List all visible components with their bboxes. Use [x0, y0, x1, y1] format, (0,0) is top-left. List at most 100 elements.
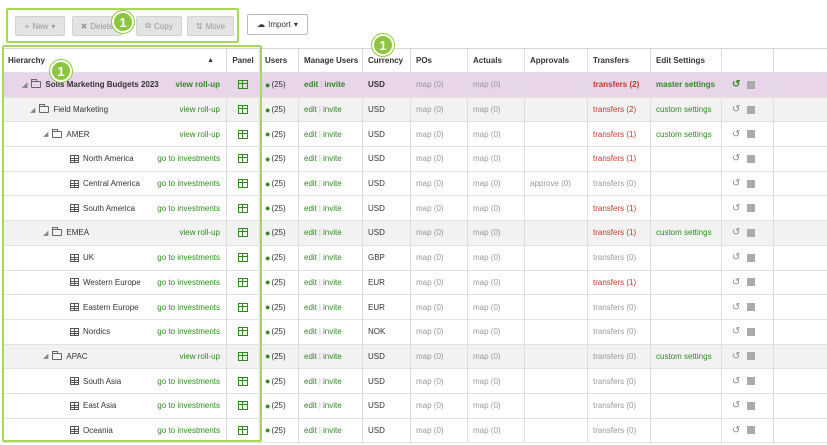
history-icon[interactable]: ↺: [732, 376, 740, 387]
pos-map-link[interactable]: map (0): [416, 327, 444, 336]
pos-map-link[interactable]: map (0): [416, 303, 444, 312]
node-link[interactable]: view roll-up: [180, 130, 220, 139]
users-count[interactable]: (25): [271, 377, 285, 386]
hierarchy-node[interactable]: East Asia: [8, 401, 116, 410]
panel-icon[interactable]: [238, 154, 248, 164]
node-link[interactable]: go to investments: [157, 253, 220, 262]
panel-icon[interactable]: [238, 179, 248, 189]
transfers-link[interactable]: transfers (2): [593, 80, 639, 89]
actuals-map-link[interactable]: map (0): [473, 105, 501, 114]
table-row[interactable]: ◢ EMEA view roll-up ● (25) edit | invite USD map …: [3, 221, 827, 246]
edit-users-link[interactable]: edit: [304, 253, 317, 262]
collapse-caret-icon[interactable]: ◢: [43, 229, 48, 237]
transfers-link[interactable]: transfers (1): [593, 154, 636, 163]
hierarchy-node[interactable]: South America: [8, 204, 135, 213]
table-row[interactable]: North America go to investments ● (25) edit |…: [3, 147, 827, 172]
notes-icon[interactable]: [747, 327, 756, 336]
notes-icon[interactable]: [747, 179, 756, 188]
node-name[interactable]: East Asia: [83, 401, 116, 410]
history-icon[interactable]: ↺: [732, 79, 740, 90]
panel-icon[interactable]: [238, 327, 248, 337]
actuals-map-link[interactable]: map (0): [473, 352, 501, 361]
invite-link[interactable]: invite: [323, 154, 342, 163]
users-count[interactable]: (25): [271, 204, 285, 213]
panel-icon[interactable]: [238, 351, 248, 361]
edit-users-link[interactable]: edit: [304, 278, 317, 287]
actuals-map-link[interactable]: map (0): [473, 204, 501, 213]
notes-icon[interactable]: [747, 377, 756, 386]
history-icon[interactable]: ↺: [732, 302, 740, 313]
transfers-link[interactable]: transfers (1): [593, 204, 636, 213]
actuals-map-link[interactable]: map (0): [473, 426, 501, 435]
history-icon[interactable]: ↺: [732, 178, 740, 189]
panel-icon[interactable]: [238, 80, 248, 90]
edit-users-link[interactable]: edit: [304, 204, 317, 213]
edit-users-link[interactable]: edit: [304, 327, 317, 336]
invite-link[interactable]: invite: [323, 179, 342, 188]
invite-link[interactable]: invite: [323, 130, 342, 139]
pos-map-link[interactable]: map (0): [416, 130, 444, 139]
history-icon[interactable]: ↺: [732, 277, 740, 288]
notes-icon[interactable]: [747, 278, 756, 287]
node-name[interactable]: Eastern Europe: [83, 303, 139, 312]
node-name[interactable]: North America: [83, 154, 134, 163]
table-row[interactable]: ◢ AMER view roll-up ● (25) edit | invite USD map …: [3, 122, 827, 148]
edit-users-link[interactable]: edit: [304, 303, 317, 312]
pos-map-link[interactable]: map (0): [416, 352, 444, 361]
hierarchy-node[interactable]: Nordics: [8, 327, 110, 336]
node-link[interactable]: go to investments: [157, 179, 220, 188]
actuals-map-link[interactable]: map (0): [473, 253, 501, 262]
pos-map-link[interactable]: map (0): [416, 154, 444, 163]
edit-users-link[interactable]: edit: [304, 228, 317, 237]
history-icon[interactable]: ↺: [732, 326, 740, 337]
users-count[interactable]: (25): [271, 105, 285, 114]
transfers-link[interactable]: transfers (1): [593, 228, 636, 237]
node-name[interactable]: Oceania: [83, 426, 113, 435]
node-name[interactable]: South America: [83, 204, 135, 213]
node-link[interactable]: go to investments: [157, 426, 220, 435]
table-row[interactable]: South America go to investments ● (25) edit |…: [3, 196, 827, 222]
hierarchy-node[interactable]: UK: [8, 253, 94, 262]
collapse-caret-icon[interactable]: ◢: [43, 130, 48, 138]
move-button[interactable]: ⇅ Move: [187, 16, 234, 36]
invite-link[interactable]: invite: [323, 278, 342, 287]
table-row[interactable]: Central America go to investments ● (25) edi…: [3, 171, 827, 197]
notes-icon[interactable]: [747, 80, 756, 89]
node-name[interactable]: EMEA: [66, 228, 89, 237]
notes-icon[interactable]: [747, 105, 756, 114]
transfers-link[interactable]: transfers (1): [593, 130, 636, 139]
notes-icon[interactable]: [747, 154, 756, 163]
history-icon[interactable]: ↺: [732, 203, 740, 214]
history-icon[interactable]: ↺: [732, 252, 740, 263]
edit-users-link[interactable]: edit: [304, 352, 317, 361]
notes-icon[interactable]: [747, 204, 756, 213]
invite-link[interactable]: invite: [323, 426, 342, 435]
node-link[interactable]: go to investments: [157, 278, 220, 287]
collapse-caret-icon[interactable]: ◢: [22, 81, 27, 89]
node-link[interactable]: go to investments: [157, 303, 220, 312]
users-count[interactable]: (25): [271, 401, 285, 410]
hierarchy-node[interactable]: ◢ Field Marketing: [8, 104, 108, 114]
copy-button[interactable]: ⧉ Copy: [136, 16, 182, 36]
panel-icon[interactable]: [238, 425, 248, 435]
history-icon[interactable]: ↺: [732, 351, 740, 362]
table-row[interactable]: UK go to investments ● (25) edit | invite GBP ma…: [3, 245, 827, 271]
transfers-link[interactable]: transfers (0): [593, 303, 636, 312]
table-row[interactable]: South Asia go to investments ● (25) edit | inv…: [3, 369, 827, 394]
actuals-map-link[interactable]: map (0): [473, 80, 501, 89]
panel-icon[interactable]: [238, 129, 248, 139]
notes-icon[interactable]: [747, 352, 756, 361]
panel-icon[interactable]: [238, 401, 248, 411]
actuals-map-link[interactable]: map (0): [473, 303, 501, 312]
node-name[interactable]: AMER: [66, 130, 89, 139]
approve-link[interactable]: approve (0): [530, 179, 571, 188]
history-icon[interactable]: ↺: [732, 227, 740, 238]
notes-icon[interactable]: [747, 228, 756, 237]
actuals-map-link[interactable]: map (0): [473, 130, 501, 139]
transfers-link[interactable]: transfers (1): [593, 278, 636, 287]
transfers-link[interactable]: transfers (2): [593, 105, 636, 114]
hierarchy-node[interactable]: Oceania: [8, 426, 113, 435]
panel-icon[interactable]: [238, 105, 248, 115]
import-button[interactable]: ☁ Import ▾: [247, 14, 308, 35]
node-name[interactable]: South Asia: [83, 377, 121, 386]
